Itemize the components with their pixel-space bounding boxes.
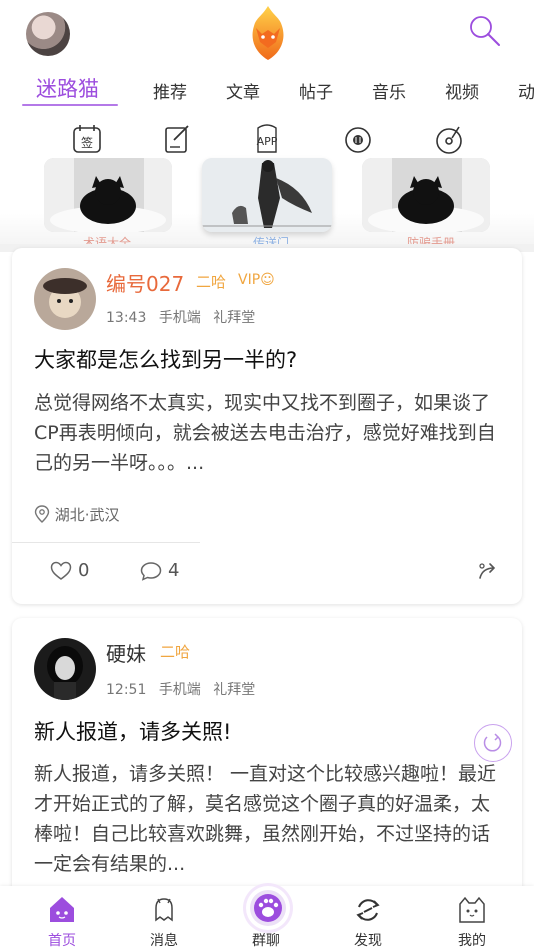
post-body[interactable]: 新人报道，请多关照！ 一直对这个比较感兴趣啦！最近才开始正式的了解，莫名感觉这个… — [34, 759, 504, 879]
home-cat-icon — [50, 897, 74, 922]
black-cat-image — [44, 158, 172, 232]
post-time: 13:43 — [106, 310, 147, 326]
record-player-icon[interactable] — [432, 122, 466, 156]
post-title[interactable]: 新人报道，请多关照! — [34, 716, 231, 746]
comment-button[interactable]: 4 — [140, 560, 179, 581]
app-icon-text: APP — [257, 135, 278, 148]
nav-label-discover: 发现 — [354, 933, 382, 949]
location-text: 湖北·武汉 — [54, 506, 120, 524]
refresh-button[interactable] — [474, 724, 512, 762]
user-avatar[interactable] — [26, 12, 70, 56]
quick-actions: 签 APP — [0, 118, 534, 160]
nav-discover[interactable]: 发现 — [328, 886, 408, 949]
level-badge: 二哈 — [196, 273, 227, 291]
post-meta: 13:43 手机端 礼拜堂 — [106, 307, 255, 327]
comment-bubble-icon — [140, 561, 162, 581]
vip-crown-icon: ☺ — [260, 272, 275, 288]
author-avatar[interactable] — [34, 268, 96, 330]
black-cat-image — [362, 158, 490, 232]
post-channel[interactable]: 礼拜堂 — [213, 310, 255, 326]
discover-refresh-icon — [356, 899, 380, 921]
tab-recommend[interactable]: 推荐 — [153, 78, 187, 103]
cat-box-icon — [459, 896, 485, 923]
vip-text: VIP — [238, 272, 261, 288]
location-pin-icon — [34, 505, 50, 523]
tab-video[interactable]: 视频 — [445, 78, 479, 103]
active-tab-indicator — [22, 104, 118, 106]
nav-messages[interactable]: 消息 — [124, 886, 204, 949]
banner-glossary[interactable] — [44, 158, 172, 232]
post-location: 湖北·武汉 — [34, 504, 120, 525]
post-platform: 手机端 — [158, 310, 201, 326]
heart-icon — [50, 561, 72, 580]
like-count: 0 — [78, 560, 90, 581]
nav-label-profile: 我的 — [458, 933, 486, 949]
group-chat-bubble[interactable] — [246, 886, 290, 930]
post-meta: 12:51 手机端 礼拜堂 — [106, 679, 255, 699]
sketch-figures-image — [202, 158, 332, 232]
share-icon[interactable] — [476, 560, 498, 582]
banner-row: 术语大全 传送门 防骗手册 — [0, 156, 534, 252]
level-badge: 二哈 — [160, 643, 191, 661]
like-button[interactable]: 0 — [50, 560, 89, 581]
post-title[interactable]: 大家都是怎么找到另一半的? — [34, 344, 297, 374]
tab-articles[interactable]: 文章 — [226, 78, 260, 103]
tab-more[interactable]: 动 — [518, 78, 534, 103]
author-name[interactable]: 硬妹 — [106, 638, 146, 667]
search-icon[interactable] — [466, 12, 504, 50]
category-tabs: 迷路猫 推荐 文章 帖子 音乐 视频 动 — [0, 70, 534, 110]
paw-icon — [250, 890, 286, 926]
nav-profile[interactable]: 我的 — [432, 886, 512, 949]
tab-music[interactable]: 音乐 — [372, 78, 406, 103]
fox-flame-logo — [252, 6, 284, 60]
post-platform: 手机端 — [158, 682, 201, 698]
post-card[interactable]: 编号027 二哈 VIP☺ 13:43 手机端 礼拜堂 大家都是怎么找到另一半的… — [12, 248, 522, 604]
banner-anti-fraud[interactable] — [362, 158, 490, 232]
refresh-icon — [483, 733, 502, 752]
author-name[interactable]: 编号027 — [106, 268, 184, 297]
card-divider — [12, 542, 200, 543]
bell-ghost-icon — [155, 898, 173, 922]
nav-home[interactable]: 首页 — [22, 886, 102, 949]
post-body[interactable]: 总觉得网络不太真实，现实中又找不到圈子，如果谈了CP再表明倾向，就会被送去电击治… — [34, 388, 504, 478]
post-card[interactable]: 硬妹 二哈 12:51 手机端 礼拜堂 新人报道，请多关照! 新人报道，请多关照… — [12, 618, 522, 908]
tab-posts[interactable]: 帖子 — [299, 78, 333, 103]
edit-note-icon[interactable] — [160, 122, 194, 156]
calendar-sign-text: 签 — [81, 135, 93, 150]
nav-label-group-chat: 群聊 — [252, 933, 280, 949]
nav-label-messages: 消息 — [150, 933, 178, 949]
comment-count: 4 — [168, 560, 180, 581]
app-icon[interactable]: APP — [250, 122, 284, 156]
nav-label-home: 首页 — [48, 933, 76, 949]
tab-milumao[interactable]: 迷路猫 — [36, 73, 99, 103]
author-avatar[interactable] — [34, 638, 96, 700]
banner-portal[interactable] — [202, 158, 332, 232]
vip-badge: VIP☺ — [238, 272, 275, 288]
calendar-sign-icon[interactable]: 签 — [70, 122, 104, 156]
post-channel[interactable]: 礼拜堂 — [213, 682, 255, 698]
header — [0, 0, 534, 70]
music-disc-icon[interactable] — [341, 122, 375, 156]
post-time: 12:51 — [106, 682, 147, 698]
